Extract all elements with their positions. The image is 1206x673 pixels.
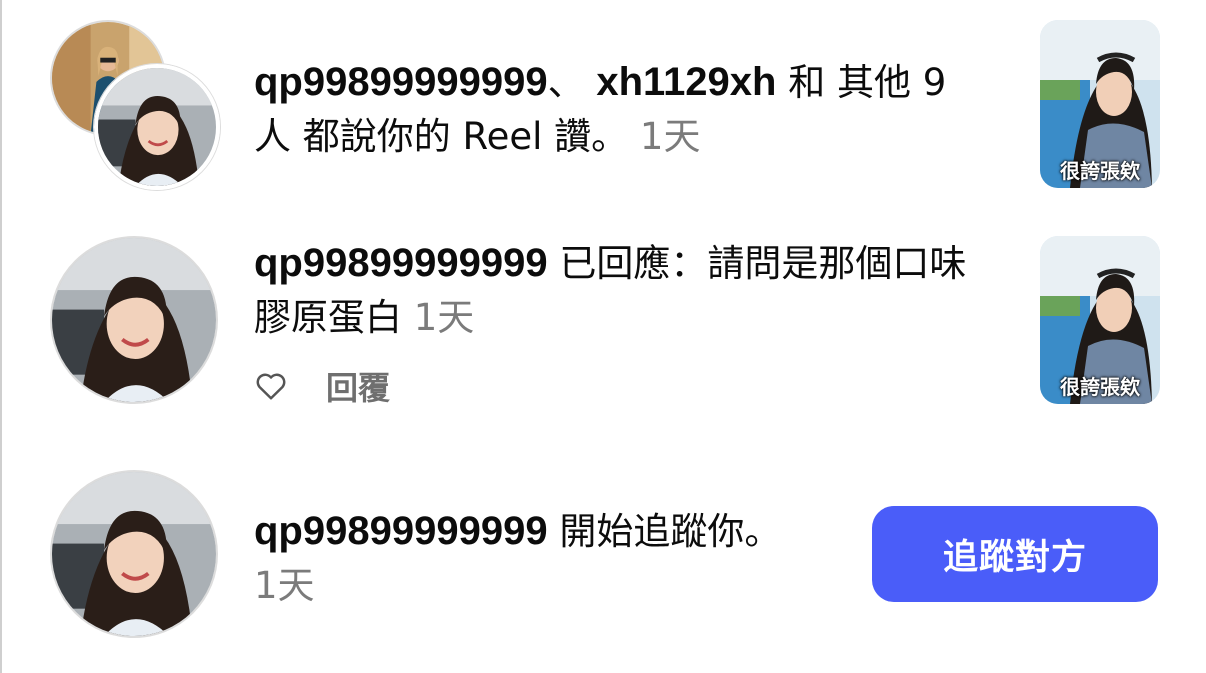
thumbnail-caption: 很誇張欸 [1060,159,1140,183]
reel-thumbnail[interactable]: 很誇張欸 [1040,20,1160,188]
avatar[interactable] [50,236,218,404]
notification-reply[interactable]: qp99899999999 已回應：請問是那個口味膠原蛋白 1天 很誇張欸 [0,220,1206,440]
username-link[interactable]: xh1129xh [596,60,776,104]
notification-text: qp99899999999、 xh1129xh 和 其他 9 人 都說你的 Re… [254,55,984,164]
notification-text: qp99899999999 已回應：請問是那個口味膠原蛋白 1天 [254,236,984,345]
username-link[interactable]: qp99899999999 [254,241,548,285]
user-separator: 、 [547,61,597,104]
timestamp: 1天 [413,296,475,339]
heart-outline-icon[interactable] [254,369,288,403]
reply-button[interactable]: 回覆 [326,363,390,409]
username-link[interactable]: qp99899999999 [254,60,548,104]
avatar-front[interactable] [94,64,220,190]
notification-likes[interactable]: qp99899999999、 xh1129xh 和 其他 9 人 都說你的 Re… [0,0,1206,210]
reply-actions: 回覆 [254,363,390,409]
timestamp: 1天 [639,115,701,158]
reel-thumbnail[interactable]: 很誇張欸 [1040,236,1160,404]
timestamp: 1天 [254,564,315,607]
username-link[interactable]: qp99899999999 [254,509,548,553]
follow-message: 開始追蹤你。 [547,510,782,553]
avatar[interactable] [50,470,218,638]
thumbnail-caption: 很誇張欸 [1060,375,1140,399]
follow-back-button[interactable]: 追蹤對方 [872,506,1158,602]
notification-text: qp99899999999 開始追蹤你。 1天 [254,504,814,613]
